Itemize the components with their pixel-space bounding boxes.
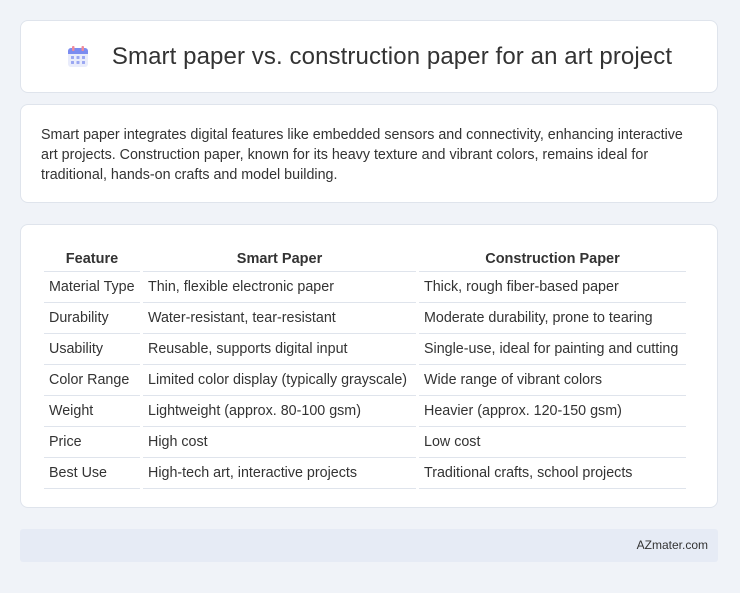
feature-cell: Color Range (44, 365, 140, 396)
feature-cell: Price (44, 427, 140, 458)
smart-paper-cell: High-tech art, interactive projects (143, 458, 416, 489)
table-row: Usability Reusable, supports digital inp… (44, 334, 686, 365)
footer-site-link[interactable]: AZmater.com (637, 538, 708, 552)
table-row: Weight Lightweight (approx. 80-100 gsm) … (44, 396, 686, 427)
smart-paper-cell: High cost (143, 427, 416, 458)
calendar-icon (67, 45, 88, 67)
construction-paper-cell: Traditional crafts, school projects (419, 458, 686, 489)
feature-cell: Weight (44, 396, 140, 427)
construction-paper-cell: Thick, rough fiber-based paper (419, 272, 686, 303)
feature-cell: Durability (44, 303, 140, 334)
title-card: Smart paper vs. construction paper for a… (20, 20, 718, 93)
comparison-table: Feature Smart Paper Construction Paper M… (41, 245, 689, 489)
smart-paper-cell: Limited color display (typically graysca… (143, 365, 416, 396)
summary-card: Smart paper integrates digital features … (20, 104, 718, 203)
construction-paper-cell: Moderate durability, prone to tearing (419, 303, 686, 334)
smart-paper-cell: Water-resistant, tear-resistant (143, 303, 416, 334)
smart-paper-cell: Reusable, supports digital input (143, 334, 416, 365)
table-row: Price High cost Low cost (44, 427, 686, 458)
header-smart-paper: Smart Paper (143, 245, 416, 272)
feature-cell: Usability (44, 334, 140, 365)
feature-cell: Material Type (44, 272, 140, 303)
summary-text: Smart paper integrates digital features … (41, 127, 683, 183)
footer-bar: AZmater.com (20, 529, 718, 562)
header-construction-paper: Construction Paper (419, 245, 686, 272)
construction-paper-cell: Low cost (419, 427, 686, 458)
feature-cell: Best Use (44, 458, 140, 489)
table-header-row: Feature Smart Paper Construction Paper (44, 245, 686, 272)
construction-paper-cell: Heavier (approx. 120-150 gsm) (419, 396, 686, 427)
construction-paper-cell: Wide range of vibrant colors (419, 365, 686, 396)
comparison-card: Feature Smart Paper Construction Paper M… (20, 224, 718, 508)
table-row: Durability Water-resistant, tear-resista… (44, 303, 686, 334)
table-row: Material Type Thin, flexible electronic … (44, 272, 686, 303)
page-title: Smart paper vs. construction paper for a… (111, 42, 673, 70)
smart-paper-cell: Thin, flexible electronic paper (143, 272, 416, 303)
construction-paper-cell: Single-use, ideal for painting and cutti… (419, 334, 686, 365)
smart-paper-cell: Lightweight (approx. 80-100 gsm) (143, 396, 416, 427)
title-wrap: Smart paper vs. construction paper for a… (66, 43, 672, 71)
table-row: Best Use High-tech art, interactive proj… (44, 458, 686, 489)
header-feature: Feature (44, 245, 140, 272)
table-row: Color Range Limited color display (typic… (44, 365, 686, 396)
